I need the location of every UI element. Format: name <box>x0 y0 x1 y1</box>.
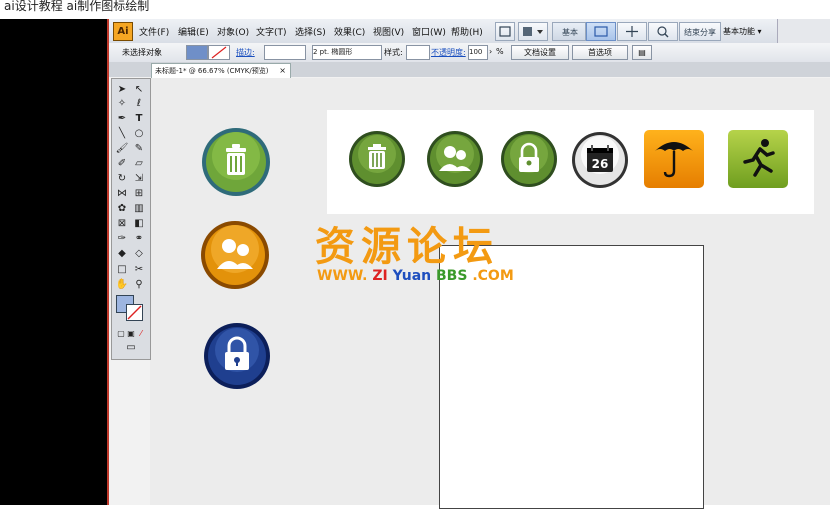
menu-view[interactable]: 视图(V) <box>373 25 404 38</box>
menu-effect[interactable]: 效果(C) <box>334 25 365 38</box>
menu-object[interactable]: 对象(O) <box>217 25 249 38</box>
watermark-url-com: .COM <box>472 268 514 284</box>
umbrella-icon <box>644 130 704 188</box>
bridge-icon <box>499 26 511 37</box>
blob-brush-tool-icon[interactable]: ✐ <box>115 157 129 170</box>
stroke-swatch[interactable] <box>126 304 143 321</box>
zoom-tool-icon[interactable]: ⚲ <box>132 278 146 291</box>
workspace-basic-button[interactable]: 基本 <box>552 22 586 41</box>
none-mode-icon[interactable]: ⁄ <box>134 327 148 340</box>
preferences-button[interactable]: 首选项 <box>572 45 628 60</box>
workspace-switcher[interactable]: 基本功能 ▾ <box>723 26 762 37</box>
none-stroke-icon <box>127 305 142 320</box>
live-paint-tool-icon[interactable]: ◆ <box>115 247 129 260</box>
fill-color-swatch[interactable] <box>186 45 208 60</box>
direct-selection-tool-icon[interactable]: ↖ <box>132 83 146 96</box>
watermark-url: WWW. ZI Yuan BBS .COM <box>317 268 514 284</box>
rotate-tool-icon[interactable]: ↻ <box>115 172 129 185</box>
type-tool-icon[interactable]: T <box>132 112 146 125</box>
menu-help[interactable]: 帮助(H) <box>451 25 483 38</box>
trash-icon <box>349 131 405 187</box>
trash-icon <box>202 128 270 196</box>
graphic-style-picker[interactable] <box>406 45 430 60</box>
watermark-url-yuan: Yuan <box>392 268 432 284</box>
stroke-weight-field[interactable] <box>264 45 306 60</box>
left-black-margin <box>0 19 108 505</box>
window-title-bar: ai设计教程 ai制作图标绘制 <box>0 0 830 19</box>
end-share-label: 结束分享 <box>684 28 716 37</box>
zoom-icon <box>657 26 669 38</box>
blend-tool-icon[interactable]: ⚭ <box>132 232 146 245</box>
gradient-tool-icon[interactable]: ◧ <box>132 217 146 230</box>
arrange-documents-button[interactable] <box>518 22 548 41</box>
selection-tool-icon[interactable]: ➤ <box>115 83 129 96</box>
magic-wand-tool-icon[interactable]: ✧ <box>115 97 129 110</box>
calendar-icon: 26 <box>572 132 628 188</box>
user-group-icon <box>201 221 269 289</box>
document-tab-label: 未标题-1* @ 66.67% (CMYK/预览) <box>155 67 269 75</box>
runner-icon <box>728 130 788 188</box>
stroke-color-swatch[interactable] <box>208 45 230 60</box>
app-logo-icon: Ai <box>113 22 133 41</box>
free-transform-tool-icon[interactable]: ⊞ <box>132 187 146 200</box>
column-graph-tool-icon[interactable]: ▥ <box>132 202 146 215</box>
bridge-button[interactable] <box>495 22 515 41</box>
watermark-chinese-text: 资源论坛 <box>315 224 499 270</box>
lock-icon <box>501 131 557 187</box>
eyedropper-tool-icon[interactable]: ✑ <box>115 232 129 245</box>
end-share-button[interactable]: 结束分享 <box>679 22 721 41</box>
artboard[interactable] <box>439 245 704 509</box>
menu-file[interactable]: 文件(F) <box>139 25 169 38</box>
watermark-url-www: WWW. <box>317 268 368 284</box>
ellipse-tool-icon[interactable]: ○ <box>132 127 146 140</box>
menu-select[interactable]: 选择(S) <box>295 25 326 38</box>
slice-tool-icon[interactable]: ✂ <box>132 263 146 276</box>
screen-mode-icon <box>594 26 608 37</box>
paintbrush-tool-icon[interactable]: 🖌 <box>115 142 129 155</box>
artboard-tool-icon[interactable]: □ <box>115 263 129 276</box>
tools-panel: ➤ ↖ ✧ ℓ ✒ T ╲ ○ 🖌 ✎ ✐ ▱ ↻ ⇲ ⋈ ⊞ ✿ ▥ ⊠ ◧ … <box>111 78 151 360</box>
watermark-url-bbs: BBS <box>436 268 468 284</box>
selection-status: 未选择对象 <box>122 48 162 57</box>
style-label: 样式: <box>384 48 403 57</box>
zoom-button[interactable] <box>648 22 678 41</box>
document-setup-button[interactable]: 文档设置 <box>511 45 569 60</box>
line-tool-icon[interactable]: ╲ <box>115 127 129 140</box>
close-tab-icon[interactable]: × <box>279 64 286 78</box>
workspace-basic-label: 基本 <box>562 28 578 37</box>
window-title: ai设计教程 ai制作图标绘制 <box>4 0 150 13</box>
scale-tool-icon[interactable]: ⇲ <box>132 172 146 185</box>
pencil-tool-icon[interactable]: ✎ <box>132 142 146 155</box>
watermark-url-zi: ZI <box>372 268 388 284</box>
live-paint-selection-tool-icon[interactable]: ◇ <box>132 247 146 260</box>
arrange-documents-icon <box>523 27 543 36</box>
window-controls-area <box>777 19 830 43</box>
lasso-tool-icon[interactable]: ℓ <box>132 97 146 110</box>
opacity-label[interactable]: 不透明度: <box>431 47 466 58</box>
menu-type[interactable]: 文字(T) <box>256 25 287 38</box>
hand-tool-icon[interactable]: ✋ <box>115 278 129 291</box>
move-icon <box>626 26 638 37</box>
stroke-label[interactable]: 描边: <box>236 47 255 58</box>
calendar-day-number: 26 <box>592 157 609 171</box>
screen-mode-toggle-icon[interactable]: ▭ <box>124 341 138 354</box>
opacity-unit: % <box>496 47 504 56</box>
move-button[interactable] <box>617 22 647 41</box>
eraser-tool-icon[interactable]: ▱ <box>132 157 146 170</box>
width-tool-icon[interactable]: ⋈ <box>115 187 129 200</box>
user-group-icon <box>427 131 483 187</box>
document-tab[interactable]: 未标题-1* @ 66.67% (CMYK/预览) × <box>151 63 291 78</box>
menu-edit[interactable]: 编辑(E) <box>178 25 209 38</box>
pen-tool-icon[interactable]: ✒ <box>115 112 129 125</box>
no-stroke-icon <box>211 46 227 59</box>
opacity-field[interactable]: 100 <box>468 45 488 60</box>
menu-window[interactable]: 窗口(W) <box>412 25 446 38</box>
lock-icon <box>204 323 270 389</box>
symbol-sprayer-tool-icon[interactable]: ✿ <box>115 202 129 215</box>
opacity-arrow-icon[interactable]: › <box>489 47 492 56</box>
variable-width-profile[interactable]: 2 pt. 椭圆形 <box>312 45 382 60</box>
screen-mode-button[interactable] <box>586 22 616 41</box>
mesh-tool-icon[interactable]: ⊠ <box>115 217 129 230</box>
align-options-button[interactable]: ▤ <box>632 45 652 60</box>
